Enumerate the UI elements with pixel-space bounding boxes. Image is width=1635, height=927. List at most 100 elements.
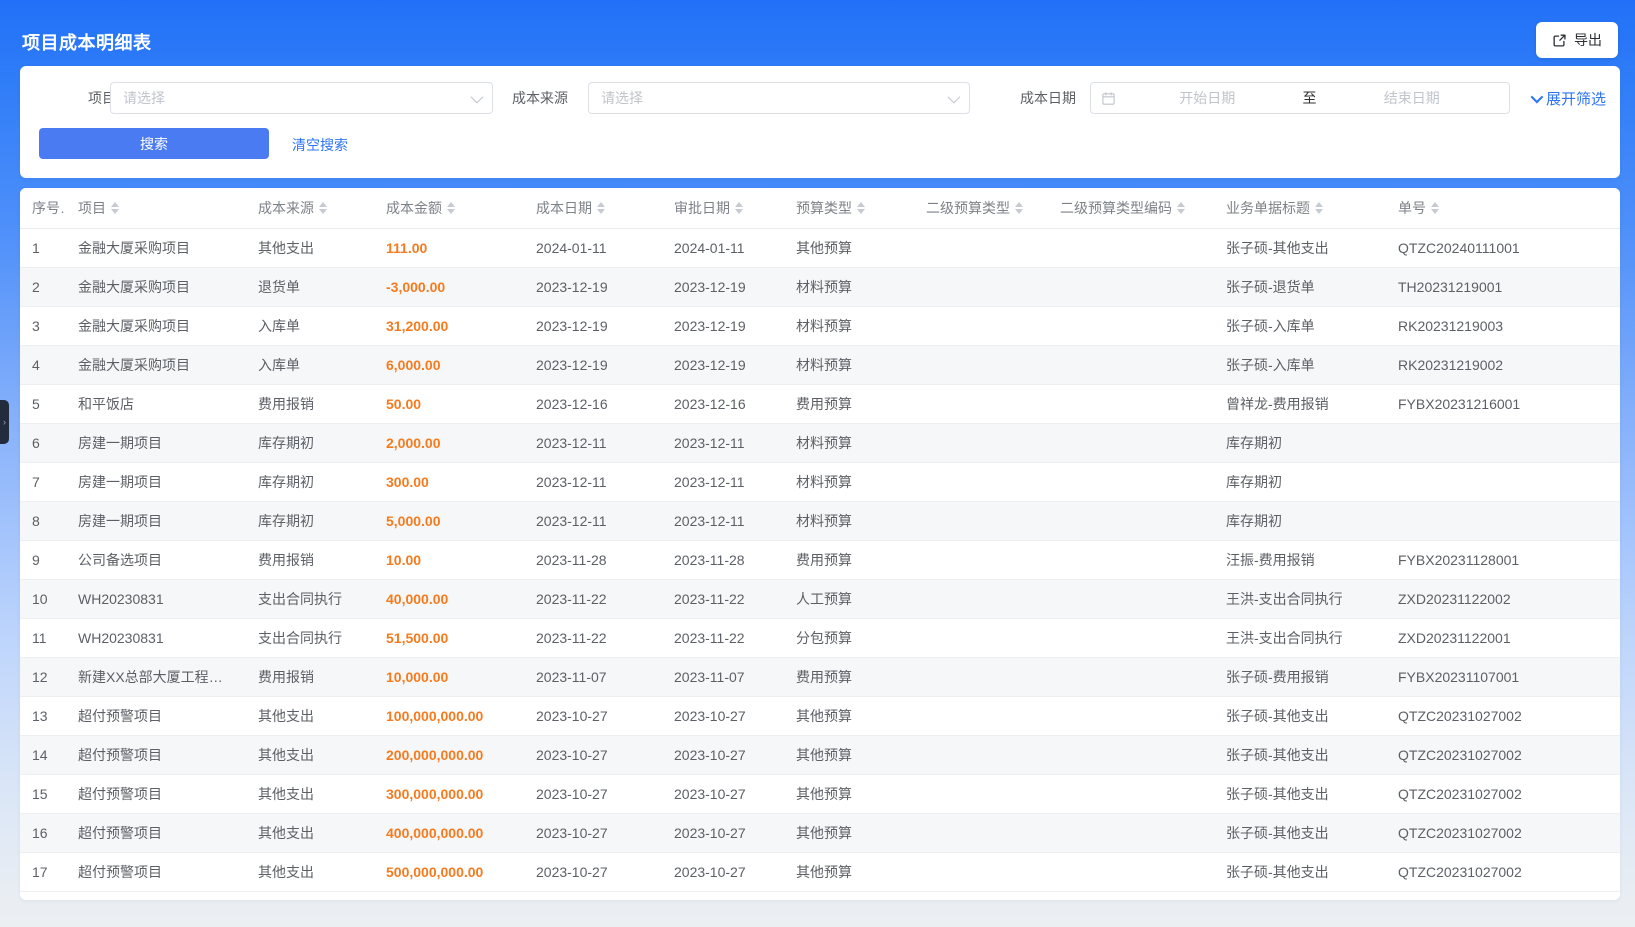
column-header-approval-date[interactable]: 审批日期 xyxy=(662,188,784,228)
column-header-doc-title[interactable]: 业务单据标题 xyxy=(1214,188,1386,228)
cell-index: 13 xyxy=(20,696,66,735)
cell-budget-type: 材料预算 xyxy=(784,267,914,306)
sort-icon[interactable] xyxy=(447,202,455,214)
cell-approval-date: 2023-11-22 xyxy=(662,618,784,657)
cell-sub-budget-type-code xyxy=(1048,501,1214,540)
cell-sub-budget-type xyxy=(914,306,1048,345)
column-label: 项目 xyxy=(78,198,106,218)
cell-cost-date: 2023-10-27 xyxy=(524,813,662,852)
cell-project: 和平饭店 xyxy=(66,384,246,423)
cell-sub-budget-type xyxy=(914,501,1048,540)
column-header-doc-no[interactable]: 单号 xyxy=(1386,188,1620,228)
page-title: 项目成本明细表 xyxy=(22,29,152,55)
cell-doc-no xyxy=(1386,501,1620,540)
sort-icon[interactable] xyxy=(319,202,327,214)
cell-index: 16 xyxy=(20,813,66,852)
column-header-cost-amount[interactable]: 成本金额 xyxy=(374,188,524,228)
cell-index: 1 xyxy=(20,228,66,267)
cell-cost-date: 2023-12-11 xyxy=(524,501,662,540)
cell-sub-budget-type-code xyxy=(1048,306,1214,345)
cell-cost-source: 支出合同执行 xyxy=(246,618,374,657)
sort-icon[interactable] xyxy=(111,202,119,214)
sort-icon[interactable] xyxy=(1177,202,1185,214)
cell-sub-budget-type xyxy=(914,228,1048,267)
search-button[interactable]: 搜索 xyxy=(39,128,269,159)
cell-cost-amount: 300,000,000.00 xyxy=(374,774,524,813)
cost-source-select[interactable]: 请选择 xyxy=(588,82,970,114)
cell-project: 金融大厦采购项目 xyxy=(66,306,246,345)
table-row: 5和平饭店费用报销50.002023-12-162023-12-16费用预算曾祥… xyxy=(20,384,1620,423)
cell-cost-amount: 300.00 xyxy=(374,462,524,501)
cell-approval-date: 2023-10-27 xyxy=(662,696,784,735)
export-button[interactable]: 导出 xyxy=(1536,22,1618,58)
cell-cost-amount: 50.00 xyxy=(374,384,524,423)
clear-search-link[interactable]: 清空搜索 xyxy=(292,135,348,155)
cell-sub-budget-type xyxy=(914,774,1048,813)
table-header-row: 序号项目成本来源成本金额成本日期审批日期预算类型二级预算类型二级预算类型编码业务… xyxy=(20,188,1620,228)
cell-cost-date: 2023-12-19 xyxy=(524,306,662,345)
table-row: 12新建XX总部大厦工程二期费用报销10,000.002023-11-07202… xyxy=(20,657,1620,696)
end-date-input[interactable] xyxy=(1325,90,1500,106)
start-date-input[interactable] xyxy=(1120,90,1295,106)
cell-project: 公司备选项目 xyxy=(66,540,246,579)
sort-icon[interactable] xyxy=(1431,202,1439,214)
cell-index: 10 xyxy=(20,579,66,618)
cell-sub-budget-type-code xyxy=(1048,423,1214,462)
column-label: 预算类型 xyxy=(796,198,852,218)
cell-doc-title: 张子硕-费用报销 xyxy=(1214,657,1386,696)
sort-icon[interactable] xyxy=(597,202,605,214)
cell-doc-no: RK20231219002 xyxy=(1386,345,1620,384)
column-header-project[interactable]: 项目 xyxy=(66,188,246,228)
sort-icon[interactable] xyxy=(735,202,743,214)
table-row: 13超付预警项目其他支出100,000,000.002023-10-272023… xyxy=(20,696,1620,735)
cell-cost-amount: 500,000,000.00 xyxy=(374,852,524,891)
cell-sub-budget-type-code xyxy=(1048,813,1214,852)
cell-sub-budget-type-code xyxy=(1048,345,1214,384)
column-header-sub-budget-type-code[interactable]: 二级预算类型编码 xyxy=(1048,188,1214,228)
sort-icon[interactable] xyxy=(1315,202,1323,214)
cell-cost-source: 其他支出 xyxy=(246,774,374,813)
sort-icon[interactable] xyxy=(1015,202,1023,214)
column-header-cost-date[interactable]: 成本日期 xyxy=(524,188,662,228)
cell-cost-date: 2023-11-22 xyxy=(524,618,662,657)
cell-cost-date: 2024-01-11 xyxy=(524,228,662,267)
cost-date-range-picker[interactable]: 至 xyxy=(1090,82,1510,114)
cell-doc-title: 张子硕-其他支出 xyxy=(1214,774,1386,813)
cell-doc-no: ZXD20231122001 xyxy=(1386,618,1620,657)
cell-approval-date: 2023-12-19 xyxy=(662,267,784,306)
column-header-budget-type[interactable]: 预算类型 xyxy=(784,188,914,228)
cell-cost-amount: 200,000,000.00 xyxy=(374,735,524,774)
cell-cost-date: 2023-12-16 xyxy=(524,384,662,423)
cell-budget-type: 材料预算 xyxy=(784,462,914,501)
chevron-right-icon: › xyxy=(3,417,6,427)
cell-doc-no: QTZC20231027002 xyxy=(1386,774,1620,813)
cell-sub-budget-type xyxy=(914,579,1048,618)
column-header-sub-budget-type[interactable]: 二级预算类型 xyxy=(914,188,1048,228)
cell-cost-date: 2023-11-07 xyxy=(524,657,662,696)
cell-project: 金融大厦采购项目 xyxy=(66,267,246,306)
cell-project: 新建XX总部大厦工程二期 xyxy=(66,657,246,696)
column-label: 审批日期 xyxy=(674,198,730,218)
project-select[interactable]: 请选择 xyxy=(110,82,493,114)
sort-icon[interactable] xyxy=(857,202,865,214)
cell-sub-budget-type xyxy=(914,384,1048,423)
column-label: 业务单据标题 xyxy=(1226,198,1310,218)
cell-doc-no: QTZC20231027002 xyxy=(1386,813,1620,852)
table-row: 17超付预警项目其他支出500,000,000.002023-10-272023… xyxy=(20,852,1620,891)
cell-doc-no: QTZC20231027002 xyxy=(1386,735,1620,774)
column-label: 单号 xyxy=(1398,198,1426,218)
cell-doc-no: RK20231219003 xyxy=(1386,306,1620,345)
cell-cost-amount: 51,500.00 xyxy=(374,618,524,657)
cell-sub-budget-type xyxy=(914,462,1048,501)
cell-budget-type: 费用预算 xyxy=(784,540,914,579)
calendar-icon xyxy=(1101,91,1116,106)
cell-cost-source: 库存期初 xyxy=(246,462,374,501)
column-label: 成本金额 xyxy=(386,198,442,218)
expand-filter-link[interactable]: 展开筛选 xyxy=(1531,88,1606,109)
drawer-toggle[interactable]: › xyxy=(0,400,9,444)
column-header-cost-source[interactable]: 成本来源 xyxy=(246,188,374,228)
export-icon xyxy=(1552,33,1567,48)
cell-cost-source: 退货单 xyxy=(246,267,374,306)
table-row: 3金融大厦采购项目入库单31,200.002023-12-192023-12-1… xyxy=(20,306,1620,345)
cell-doc-title: 王洪-支出合同执行 xyxy=(1214,579,1386,618)
